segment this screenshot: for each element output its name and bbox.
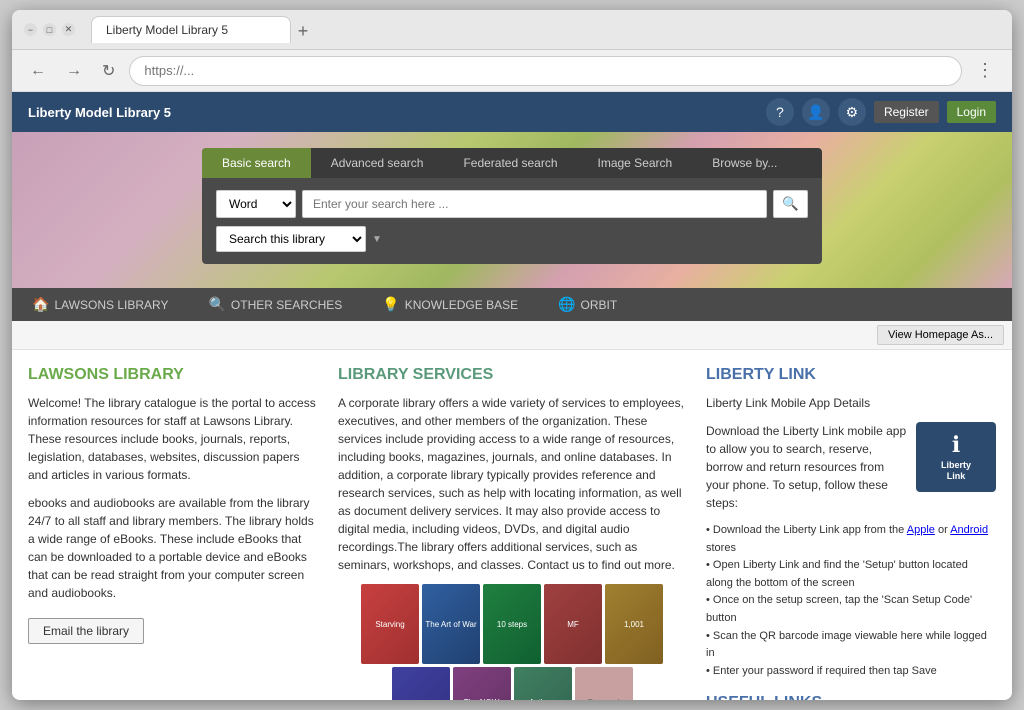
step-4: • Scan the QR barcode image viewable her… — [706, 628, 996, 663]
view-homepage-row: View Homepage As... — [12, 321, 1012, 350]
subnav-knowledge-base[interactable]: 💡 KNOWLEDGE BASE — [362, 288, 538, 321]
orbit-icon: 🌐 — [558, 296, 575, 313]
tab-advanced-search[interactable]: Advanced search — [311, 148, 444, 178]
android-link[interactable]: Android — [950, 524, 988, 536]
step-1: • Download the Liberty Link app from the… — [706, 522, 996, 557]
tab-image-search[interactable]: Image Search — [578, 148, 693, 178]
liberty-link-steps: • Download the Liberty Link app from the… — [706, 522, 996, 680]
scope-select[interactable]: Search this library Search all libraries — [216, 226, 366, 252]
header-actions: ? 👤 ⚙ Register Login — [766, 98, 996, 126]
library-title: Liberty Model Library 5 — [28, 105, 171, 120]
new-tab-button[interactable]: + — [291, 19, 315, 43]
home-icon: 🏠 — [32, 296, 49, 313]
book-cover-5: 1,001 — [605, 584, 663, 664]
nav-bar: ← → ↻ ⋮ — [12, 50, 1012, 92]
search-button[interactable]: 🔍 — [773, 190, 808, 218]
window-controls: − □ ✕ — [24, 23, 75, 36]
browser-window: − □ ✕ Liberty Model Library 5 + ← → ↻ ⋮ … — [12, 10, 1012, 700]
lawsons-para2: ebooks and audiobooks are available from… — [28, 494, 318, 602]
subnav-other-searches[interactable]: 🔍 OTHER SEARCHES — [188, 288, 362, 321]
step-2: • Open Liberty Link and find the 'Setup'… — [706, 557, 996, 592]
tab-label: Liberty Model Library 5 — [106, 23, 228, 37]
library-services-column: LIBRARY SERVICES A corporate library off… — [338, 366, 686, 700]
address-bar[interactable] — [129, 56, 962, 86]
library-header: Liberty Model Library 5 ? 👤 ⚙ Register L… — [12, 92, 1012, 132]
tab-federated-search[interactable]: Federated search — [443, 148, 577, 178]
title-bar: − □ ✕ Liberty Model Library 5 + — [12, 10, 1012, 50]
book-cover-9: Personal Development — [575, 667, 633, 700]
sub-nav: 🏠 LAWSONS LIBRARY 🔍 OTHER SEARCHES 💡 KNO… — [12, 288, 1012, 321]
book-cover-8: Asthma Dummies — [514, 667, 572, 700]
maximize-button[interactable]: □ — [43, 23, 56, 36]
subnav-lawsons[interactable]: 🏠 LAWSONS LIBRARY — [12, 288, 188, 321]
search-input[interactable] — [302, 190, 767, 218]
liberty-link-title: LIBERTY LINK — [706, 366, 996, 384]
liberty-link-subtitle: Liberty Link Mobile App Details — [706, 394, 996, 412]
tab-basic-search[interactable]: Basic search — [202, 148, 311, 178]
person-icon-btn[interactable]: 👤 — [802, 98, 830, 126]
register-button[interactable]: Register — [874, 101, 939, 123]
help-icon-btn[interactable]: ? — [766, 98, 794, 126]
search-icon: 🔍 — [782, 196, 799, 212]
settings-icon-btn[interactable]: ⚙ — [838, 98, 866, 126]
liberty-link-logo-text: LibertyLink — [941, 460, 971, 482]
liberty-link-content: ℹ LibertyLink Download the Liberty Link … — [706, 422, 996, 680]
step-3: • Once on the setup screen, tap the 'Sca… — [706, 592, 996, 627]
scope-arrow-icon: ▼ — [372, 234, 382, 245]
book-cover-7: The NOW HABIT — [453, 667, 511, 700]
lawsons-column: LAWSONS LIBRARY Welcome! The library cat… — [28, 366, 318, 700]
search-scope-row: Search this library Search all libraries… — [216, 226, 808, 252]
search-box: Word Title Author Subject 🔍 Search this … — [202, 178, 822, 264]
library-services-title: LIBRARY SERVICES — [338, 366, 686, 384]
book-cover-2: The Art of War — [422, 584, 480, 664]
forward-button[interactable]: → — [60, 58, 88, 84]
subnav-orbit-label: ORBIT — [581, 298, 618, 312]
reload-button[interactable]: ↻ — [96, 57, 121, 85]
apple-link[interactable]: Apple — [907, 524, 935, 536]
minimize-button[interactable]: − — [24, 23, 37, 36]
subnav-orbit[interactable]: 🌐 ORBIT — [538, 288, 637, 321]
liberty-link-logo: ℹ LibertyLink — [916, 422, 996, 492]
tab-browse-by[interactable]: Browse by... — [692, 148, 797, 178]
close-button[interactable]: ✕ — [62, 23, 75, 36]
step-5: • Enter your password if required then t… — [706, 663, 996, 681]
lawsons-title: LAWSONS LIBRARY — [28, 366, 318, 384]
liberty-link-logo-icon: ℹ — [952, 432, 960, 458]
search-input-row: Word Title Author Subject 🔍 — [216, 190, 808, 218]
knowledge-base-icon: 💡 — [382, 296, 399, 313]
subnav-other-searches-label: OTHER SEARCHES — [231, 298, 342, 312]
main-content: LAWSONS LIBRARY Welcome! The library cat… — [12, 350, 1012, 700]
login-button[interactable]: Login — [947, 101, 996, 123]
search-type-select[interactable]: Word Title Author Subject — [216, 190, 296, 218]
liberty-link-column: LIBERTY LINK Liberty Link Mobile App Det… — [706, 366, 996, 700]
subnav-lawsons-label: LAWSONS LIBRARY — [54, 298, 168, 312]
book-images: Starving The Art of War 10 steps MF 1,00… — [338, 584, 686, 700]
useful-links-title: USEFUL LINKS — [706, 694, 996, 700]
subnav-knowledge-base-label: KNOWLEDGE BASE — [405, 298, 518, 312]
view-homepage-button[interactable]: View Homepage As... — [877, 325, 1004, 345]
search-tabs: Basic search Advanced search Federated s… — [202, 148, 822, 178]
book-cover-3: 10 steps — [483, 584, 541, 664]
email-library-button[interactable]: Email the library — [28, 618, 144, 644]
page-content: Liberty Model Library 5 ? 👤 ⚙ Register L… — [12, 92, 1012, 700]
book-cover-4: MF — [544, 584, 602, 664]
lawsons-para1: Welcome! The library catalogue is the po… — [28, 394, 318, 484]
back-button[interactable]: ← — [24, 58, 52, 84]
library-services-para1: A corporate library offers a wide variet… — [338, 394, 686, 574]
tab-bar: Liberty Model Library 5 + — [83, 16, 1000, 43]
book-cover-6: ANXI — [392, 667, 450, 700]
active-tab[interactable]: Liberty Model Library 5 — [91, 16, 291, 43]
hero-section: Basic search Advanced search Federated s… — [12, 132, 1012, 288]
browser-menu-button[interactable]: ⋮ — [970, 56, 1000, 85]
other-searches-icon: 🔍 — [208, 296, 225, 313]
book-cover-1: Starving — [361, 584, 419, 664]
